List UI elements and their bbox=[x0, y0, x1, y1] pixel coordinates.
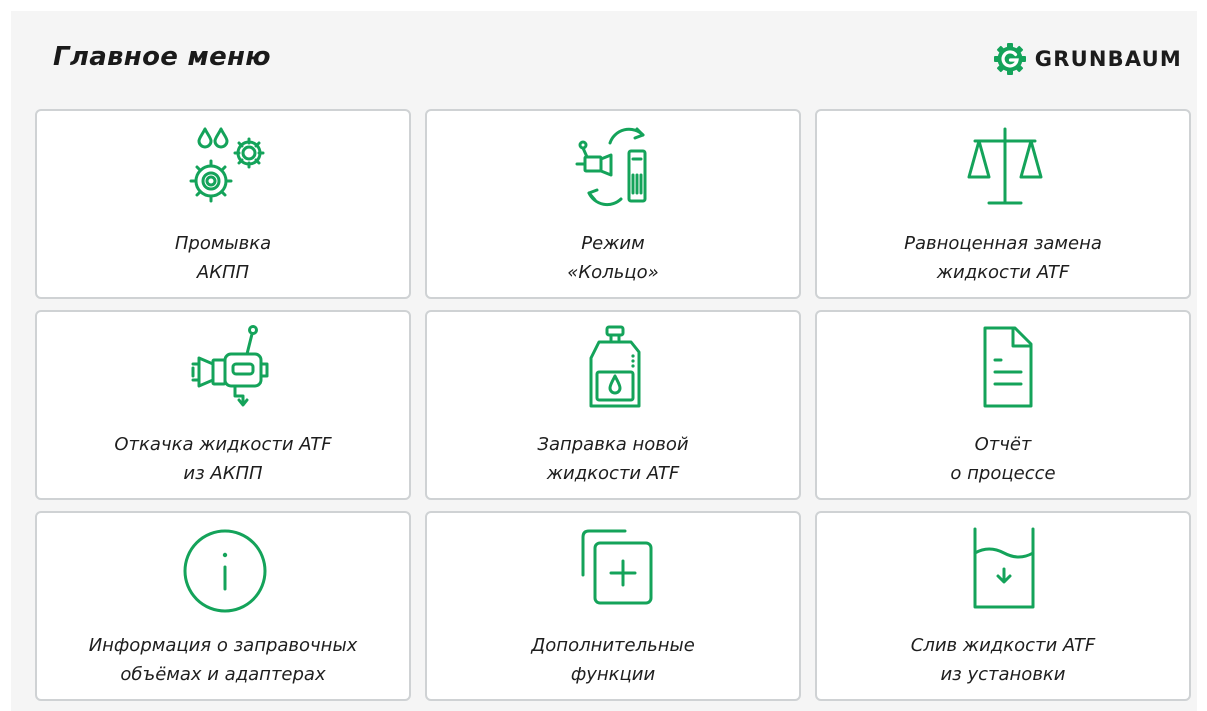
tile-fill-new[interactable]: Заправка новой жидкости ATF bbox=[425, 310, 801, 500]
tile-equal-exchange[interactable]: Равноценная замена жидкости ATF bbox=[815, 109, 1191, 299]
tile-label: Промывка АКПП bbox=[174, 233, 272, 283]
drain-tank-icon bbox=[955, 525, 1055, 615]
tile-ring-mode[interactable]: Режим «Кольцо» bbox=[425, 109, 801, 299]
main-menu-screen: Главное меню GRUNBAUM Промывка АКПП Режи… bbox=[11, 11, 1197, 711]
header: Главное меню GRUNBAUM bbox=[11, 11, 1197, 109]
tile-label: Дополнительные функции bbox=[531, 635, 695, 685]
grunbaum-gear-logo-icon bbox=[993, 43, 1026, 75]
add-copy-icon bbox=[565, 525, 665, 615]
scales-icon bbox=[955, 123, 1055, 213]
tile-label: Отчёт о процессе bbox=[950, 434, 1056, 484]
transmission-pump-icon bbox=[175, 324, 275, 414]
tile-drain-unit[interactable]: Слив жидкости ATF из установки bbox=[815, 511, 1191, 701]
tile-extra-functions[interactable]: Дополнительные функции bbox=[425, 511, 801, 701]
tile-flush-transmission[interactable]: Промывка АКПП bbox=[35, 109, 411, 299]
tile-label: Откачка жидкости ATF из АКПП bbox=[114, 434, 332, 484]
info-icon bbox=[175, 525, 275, 615]
tile-pump-out[interactable]: Откачка жидкости ATF из АКПП bbox=[35, 310, 411, 500]
document-icon bbox=[955, 324, 1055, 414]
tile-label: Режим «Кольцо» bbox=[567, 233, 659, 283]
tile-label: Информация о заправочных объёмах и адапте… bbox=[88, 635, 358, 685]
page-title: Главное меню bbox=[53, 42, 271, 72]
tile-label: Равноценная замена жидкости ATF bbox=[904, 233, 1102, 283]
gears-drops-icon bbox=[175, 123, 275, 213]
ring-mode-icon bbox=[565, 123, 665, 213]
tile-label: Слив жидкости ATF из установки bbox=[910, 635, 1096, 685]
tile-process-report[interactable]: Отчёт о процессе bbox=[815, 310, 1191, 500]
tile-fill-volumes-info[interactable]: Информация о заправочных объёмах и адапте… bbox=[35, 511, 411, 701]
tile-label: Заправка новой жидкости ATF bbox=[537, 434, 689, 484]
brand-name: GRUNBAUM bbox=[1034, 47, 1182, 71]
brand: GRUNBAUM bbox=[992, 41, 1182, 77]
oil-canister-icon bbox=[565, 324, 665, 414]
